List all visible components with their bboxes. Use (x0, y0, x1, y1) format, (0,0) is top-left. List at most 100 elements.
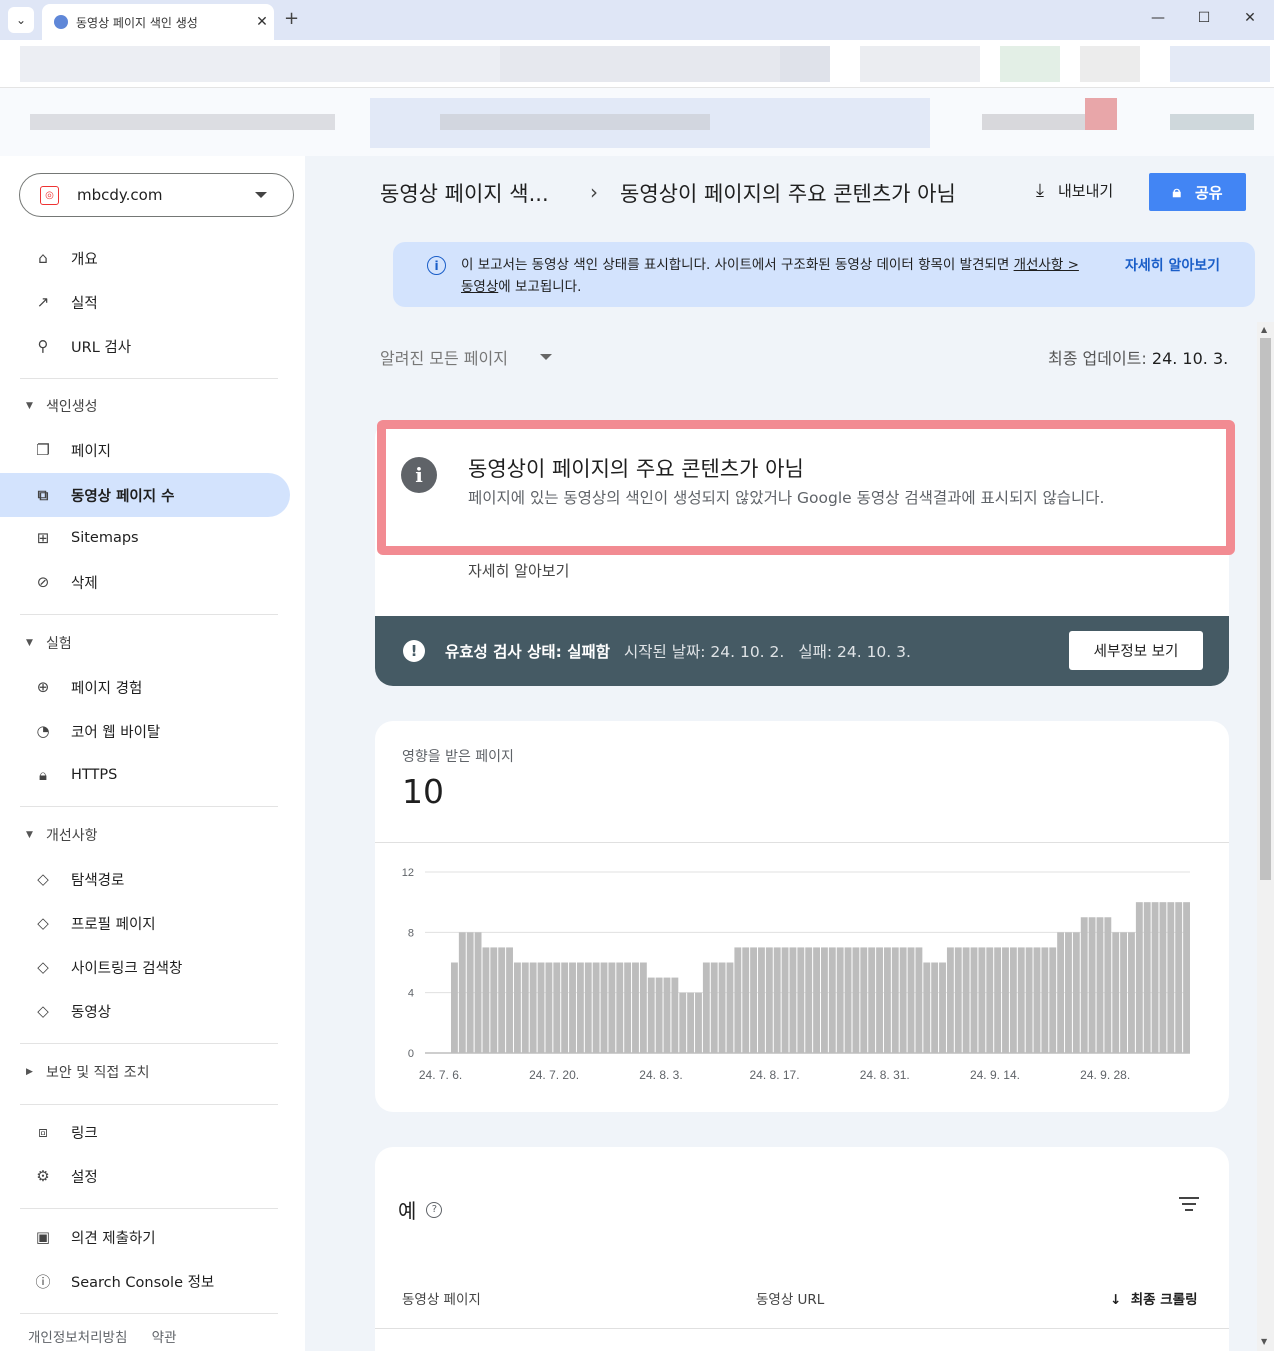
chart-bar (592, 962, 600, 1053)
learn-more-link[interactable]: 자세히 알아보기 (1125, 255, 1220, 275)
browser-tab[interactable]: 동영상 페이지 색인 생성 ✕ (42, 4, 274, 40)
chart-bar (663, 977, 671, 1053)
sidebar-item-label: 동영상 페이지 수 (71, 488, 175, 505)
chart-bar (624, 962, 632, 1053)
chart-bar (608, 962, 616, 1053)
x-tick-label: 24. 8. 17. (750, 1068, 800, 1082)
chart-bar (1167, 902, 1175, 1053)
sidebar-item-label: Search Console 정보 (71, 1274, 215, 1291)
chart-bar (529, 962, 537, 1053)
tab-title: 동영상 페이지 색인 생성 (76, 15, 198, 30)
y-tick-label: 12 (402, 867, 414, 879)
sidebar-item-overview[interactable]: ⌂ 개요 (0, 236, 290, 280)
sidebar-item-feedback[interactable]: ▣ 의견 제출하기 (0, 1215, 290, 1259)
privacy-link[interactable]: 개인정보처리방침 (28, 1330, 127, 1346)
sidebar-item-https[interactable]: 🔒︎ HTTPS (0, 753, 290, 797)
chart-bar (765, 947, 773, 1053)
sidebar-divider (20, 1208, 278, 1209)
chart-bar (695, 992, 702, 1053)
info-icon: i (427, 256, 446, 275)
chart-bar (1057, 932, 1065, 1053)
chart-bar (836, 947, 844, 1053)
sidebar-item-links[interactable]: ⧈ 링크 (0, 1110, 290, 1154)
y-tick-label: 0 (408, 1048, 414, 1060)
chart-bar (1088, 917, 1096, 1053)
favicon-icon (54, 15, 68, 29)
chart-bar (876, 947, 883, 1053)
column-header-video-page[interactable]: 동영상 페이지 (402, 1288, 481, 1308)
chart-bar (600, 962, 608, 1053)
table-header-divider (375, 1328, 1229, 1329)
sidebar-item-about[interactable]: ⓘ Search Console 정보 (0, 1259, 290, 1303)
sidebar-item-sitemaps[interactable]: ⊞ Sitemaps (0, 516, 290, 560)
scrollbar-thumb[interactable] (1260, 338, 1271, 880)
minimize-button[interactable]: — (1146, 10, 1170, 26)
filter-list-icon[interactable] (1178, 1197, 1200, 1215)
sidebar-item-core-web-vitals[interactable]: ◔ 코어 웹 바이탈 (0, 709, 290, 753)
chart-bar (852, 947, 860, 1053)
sidebar-item-video-pages[interactable]: ⧉ 동영상 페이지 수 (0, 473, 290, 517)
sidebar-item-pages[interactable]: ❐ 페이지 (0, 428, 290, 472)
y-tick-label: 8 (408, 927, 414, 939)
terms-link[interactable]: 약관 (152, 1330, 177, 1346)
export-button[interactable]: ⤓ 내보내기 (1036, 180, 1113, 201)
sidebar-item-removals[interactable]: ⊘ 삭제 (0, 560, 290, 604)
chart-bar (513, 962, 521, 1053)
sidebar-item-label: 개요 (71, 251, 98, 268)
chart-bar (482, 947, 490, 1053)
chart-bar (710, 962, 718, 1053)
new-tab-button[interactable]: + (284, 8, 299, 29)
sidebar-item-videos[interactable]: ◇ 동영상 (0, 989, 290, 1033)
info-icon: ⓘ (35, 1272, 51, 1291)
collapse-arrow-icon: ▼ (26, 401, 33, 411)
pages-icon: ❐ (36, 441, 50, 459)
column-header-last-crawl[interactable]: ↓ 최종 크롤링 (1110, 1288, 1198, 1308)
window-close-button[interactable]: ✕ (1238, 10, 1262, 26)
expand-arrow-icon: ▶ (26, 1067, 33, 1077)
sidebar-item-breadcrumbs[interactable]: ◇ 탐색경로 (0, 857, 290, 901)
chevron-down-icon (255, 192, 267, 198)
examples-title: 예 ? (398, 1195, 443, 1224)
chart-bar (789, 947, 797, 1053)
chart-bar (954, 947, 962, 1053)
page-title: 동영상이 페이지의 주요 콘텐츠가 아님 (620, 182, 956, 206)
sidebar-item-url-inspection[interactable]: ⚲ URL 검사 (0, 324, 290, 368)
help-icon[interactable]: ? (426, 1201, 443, 1218)
sidebar-section-indexing[interactable]: ▼ 색인생성 (0, 386, 290, 426)
sidebar-item-page-experience[interactable]: ⊕ 페이지 경험 (0, 665, 290, 709)
page-experience-icon: ⊕ (36, 678, 50, 696)
sidebar-section-enhancements[interactable]: ▼ 개선사항 (0, 815, 290, 855)
info-banner: i 이 보고서는 동영상 색인 상태를 표시합니다. 사이트에서 구조화된 동영… (393, 242, 1255, 307)
page-filter-dropdown[interactable]: 알려진 모든 페이지 (380, 345, 552, 369)
property-selector[interactable]: ◎ mbcdy.com (19, 173, 294, 217)
view-details-button[interactable]: 세부정보 보기 (1069, 631, 1203, 670)
chart-bar (474, 932, 482, 1053)
breadcrumb-parent[interactable]: 동영상 페이지 색... (380, 178, 549, 208)
scroll-down-arrow-icon[interactable]: ▼ (1261, 1337, 1267, 1346)
x-tick-label: 24. 7. 20. (529, 1068, 579, 1082)
sidebar-section-security[interactable]: ▶ 보안 및 직접 조치 (0, 1052, 290, 1092)
chart-bar (545, 962, 553, 1053)
sidebar-item-label: 페이지 (71, 443, 112, 460)
chart-bar (1112, 932, 1120, 1053)
maximize-button[interactable]: ☐ (1192, 10, 1216, 26)
sidebar-item-sitelinks-searchbox[interactable]: ◇ 사이트링크 검색창 (0, 945, 290, 989)
section-label: 개선사항 (46, 828, 98, 844)
chart-bar (946, 947, 954, 1053)
chart-bar (1080, 917, 1088, 1053)
issue-learn-more-link[interactable]: 자세히 알아보기 (468, 560, 569, 581)
chart-bar (521, 962, 529, 1053)
share-button[interactable]: 🔒︎ 공유 (1149, 173, 1246, 211)
scroll-up-arrow-icon[interactable]: ▲ (1261, 325, 1267, 334)
sidebar-divider (20, 806, 278, 807)
chevron-down-icon (539, 354, 552, 360)
column-header-video-url[interactable]: 동영상 URL (756, 1288, 824, 1308)
tab-search-dropdown[interactable]: ⌄ (8, 7, 34, 33)
x-tick-label: 24. 8. 3. (639, 1068, 682, 1082)
sidebar-item-settings[interactable]: ⚙ 설정 (0, 1154, 290, 1198)
sidebar-item-performance[interactable]: ↗ 실적 (0, 280, 290, 324)
tab-close-icon[interactable]: ✕ (250, 14, 274, 30)
chart-bar (1002, 947, 1009, 1053)
sidebar-item-profile-page[interactable]: ◇ 프로필 페이지 (0, 901, 290, 945)
sidebar-section-experience[interactable]: ▼ 실험 (0, 623, 290, 663)
